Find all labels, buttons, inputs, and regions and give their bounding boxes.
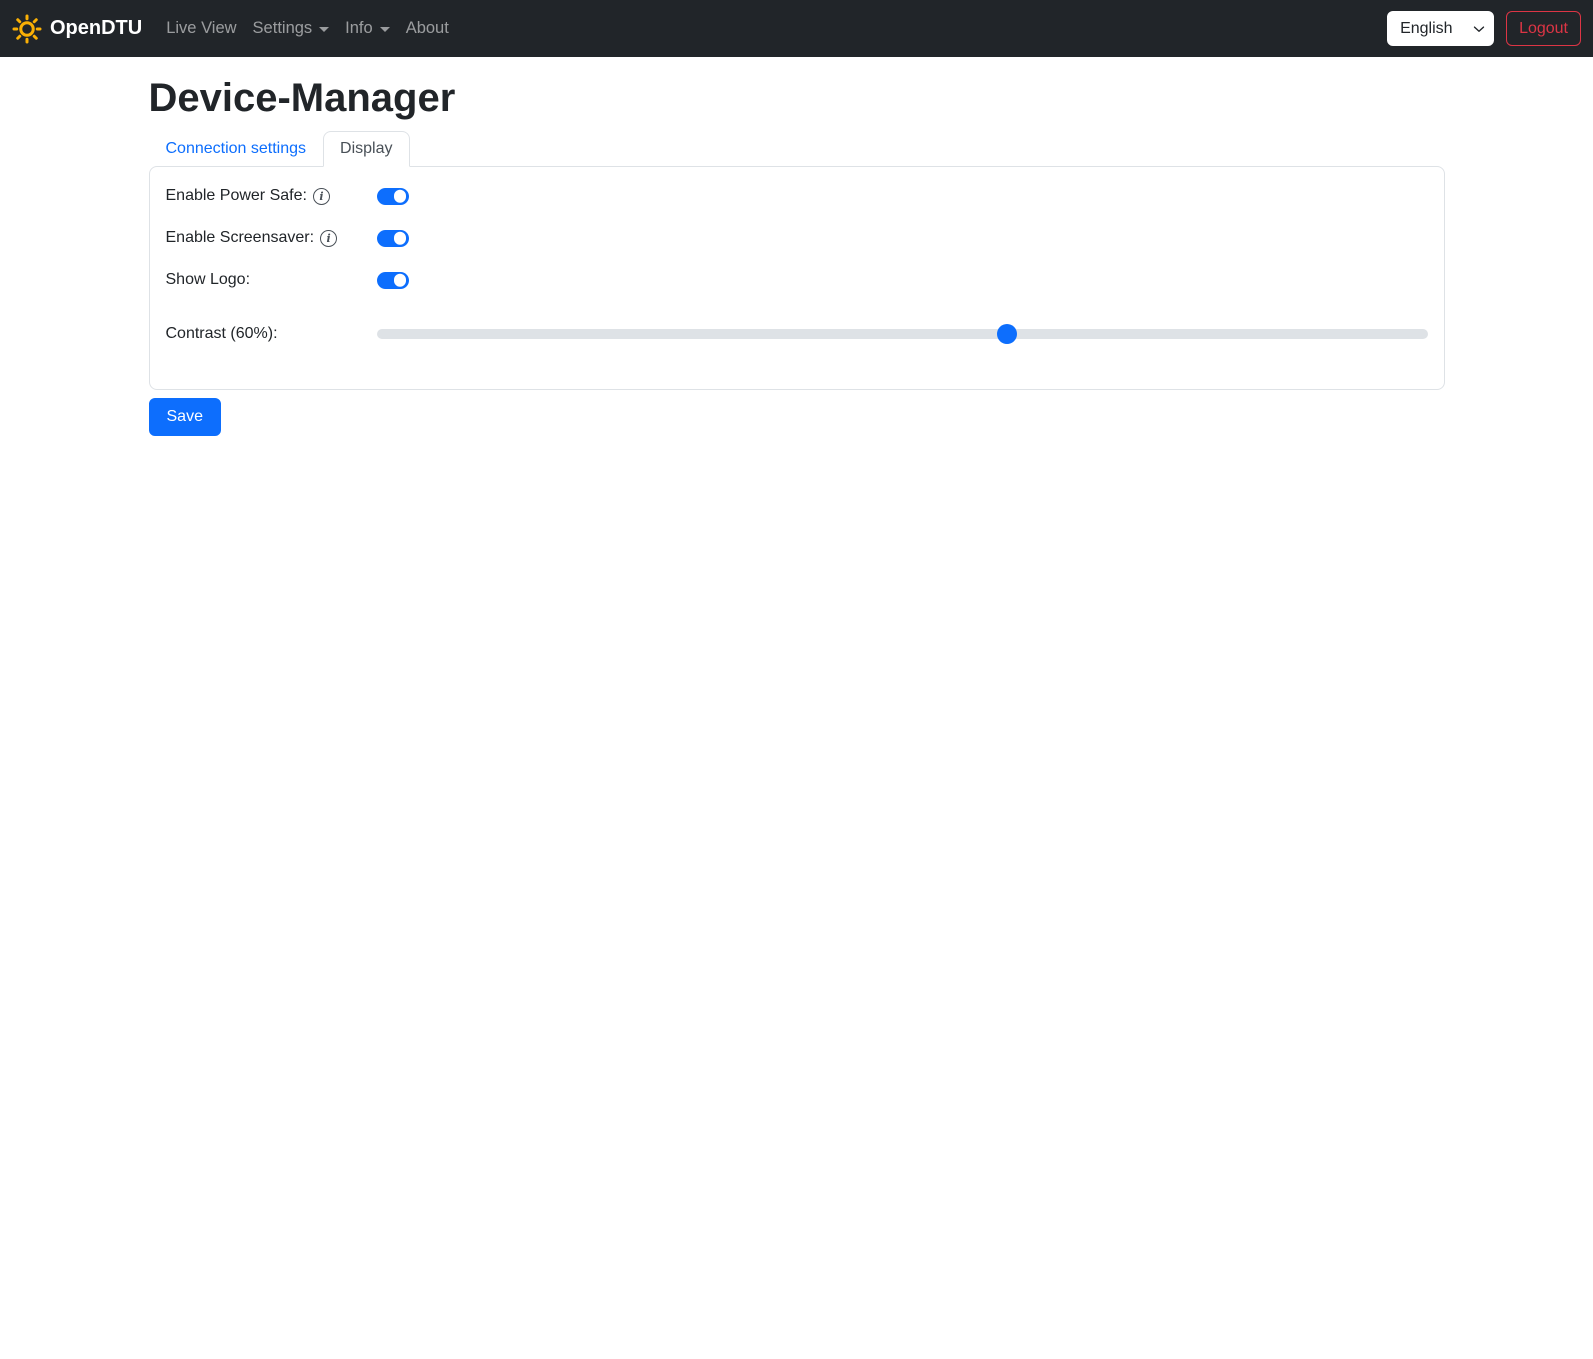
contrast-slider-thumb[interactable] [997, 324, 1018, 344]
caret-down-icon [319, 27, 330, 32]
tab-bar: Connection settings Display [149, 131, 1445, 167]
navbar-right: English Logout [1387, 11, 1581, 46]
brand-label: OpenDTU [50, 17, 143, 39]
enable-screensaver-label: Enable Screensaver: i [166, 229, 377, 247]
contrast-label: Contrast (60%): [165, 325, 278, 342]
info-icon[interactable]: i [320, 229, 338, 247]
language-select[interactable]: English [1387, 11, 1495, 46]
caret-down-icon [379, 27, 390, 32]
brand[interactable]: OpenDTU [12, 14, 142, 44]
language-select-wrap: English [1387, 11, 1495, 46]
tab-display[interactable]: Display [323, 131, 410, 167]
top-navbar: OpenDTU Live View Settings Info About En… [0, 0, 1593, 57]
form-row-show-logo: Show Logo: [166, 267, 1428, 293]
form-row-enable-screensaver: Enable Screensaver: i [166, 225, 1428, 251]
form-row-contrast: Contrast (60%): [166, 321, 1428, 347]
switch-knob [393, 231, 406, 245]
nav-item-settings[interactable]: Settings [245, 11, 338, 46]
enable-power-safe-label: Enable Power Safe: i [166, 187, 377, 205]
contrast-slider[interactable] [376, 324, 1428, 344]
enable-screensaver-switch[interactable] [376, 229, 409, 247]
page-title: Device-Manager [148, 76, 456, 120]
sun-icon [12, 14, 42, 44]
switch-knob [393, 189, 406, 203]
form-row-enable-power-safe: Enable Power Safe: i [166, 183, 1428, 209]
tab-connection-settings[interactable]: Connection settings [149, 131, 324, 167]
save-button[interactable]: Save [148, 398, 221, 436]
show-logo-label: Show Logo: [165, 271, 251, 288]
show-logo-switch[interactable] [376, 271, 409, 289]
nav-item-info[interactable]: Info [337, 11, 398, 46]
main-content: Device-Manager Connection settings Displ… [137, 76, 1457, 436]
nav-item-about[interactable]: About [398, 11, 457, 46]
logout-button[interactable]: Logout [1506, 11, 1581, 46]
switch-knob [393, 273, 406, 287]
display-settings-card: Enable Power Safe: i Enable Screensaver:… [148, 166, 1445, 390]
info-icon[interactable]: i [312, 187, 330, 205]
nav-item-live-view[interactable]: Live View [158, 11, 244, 46]
main-nav: Live View Settings Info About [158, 11, 457, 46]
enable-power-safe-switch[interactable] [376, 187, 409, 205]
